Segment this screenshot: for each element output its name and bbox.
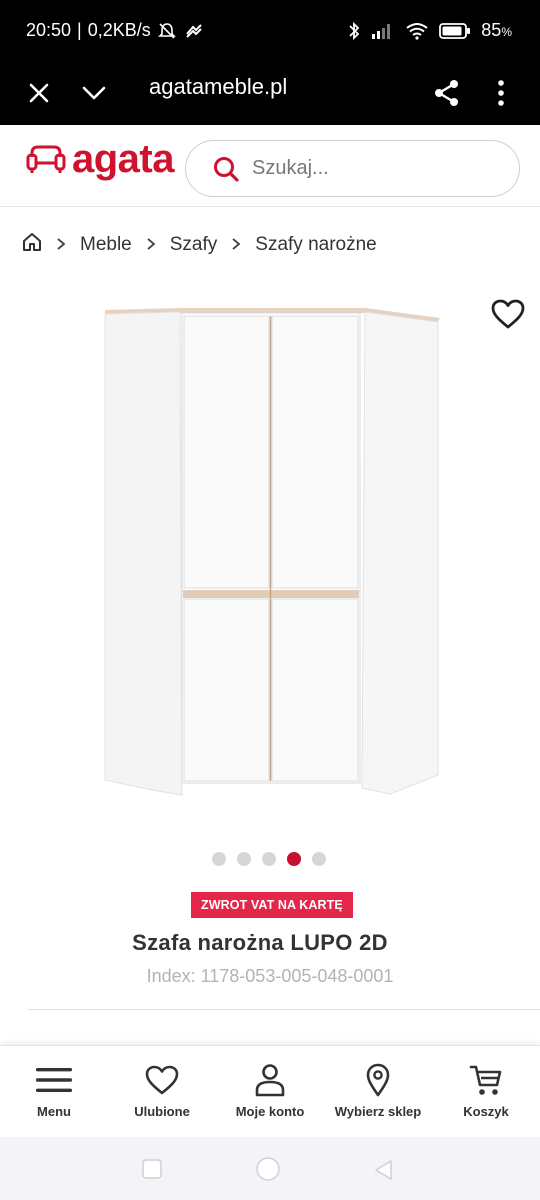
site-header: agata Szukaj... [0, 125, 540, 207]
nav-menu-label: Menu [37, 1104, 71, 1119]
breadcrumb: Meble Szafy Szafy narożne [22, 232, 377, 258]
status-time: 20:50 [26, 20, 72, 40]
add-to-favorites-button[interactable] [490, 298, 528, 334]
heart-icon [491, 299, 525, 329]
sofa-logo-icon [26, 145, 66, 173]
share-icon [435, 80, 458, 106]
data-saver-icon [183, 22, 205, 40]
square-icon [142, 1159, 162, 1179]
circle-icon [256, 1157, 280, 1181]
battery-level: 85% [481, 20, 512, 40]
wifi-icon [405, 22, 429, 40]
divider [28, 1009, 540, 1010]
bluetooth-icon [347, 21, 361, 41]
nav-cart-label: Koszyk [463, 1104, 509, 1119]
nav-account-label: Moje konto [235, 1104, 305, 1119]
breadcrumb-item-szafy-narozne[interactable]: Szafy narożne [255, 234, 376, 256]
search-placeholder: Szukaj... [252, 157, 329, 179]
status-left: 20:50 | 0,2KB/s [26, 20, 205, 41]
product-image[interactable] [100, 300, 445, 800]
carousel-dot[interactable] [262, 852, 276, 866]
breadcrumb-home[interactable] [22, 232, 42, 258]
breadcrumb-item-szafy[interactable]: Szafy [170, 234, 218, 256]
back-triangle-icon [375, 1160, 392, 1180]
menu-icon [36, 1068, 72, 1092]
close-icon [29, 83, 49, 103]
cart-icon [469, 1065, 502, 1095]
chevron-right-icon [56, 235, 66, 256]
home-button[interactable] [255, 1156, 281, 1187]
status-separator: | [77, 20, 82, 40]
home-icon [23, 233, 41, 251]
close-tab-button[interactable] [16, 70, 62, 116]
minimize-button[interactable] [71, 70, 117, 116]
bottom-navigation: Menu Ulubione Moje konto Wybierz sklep K… [0, 1045, 540, 1137]
logo-text: agata [72, 137, 175, 181]
agata-logo[interactable]: agata [26, 137, 175, 181]
more-vertical-icon [498, 80, 504, 106]
chevron-down-icon [82, 86, 106, 100]
nav-cart[interactable]: Koszyk [432, 1046, 540, 1137]
search-bar[interactable]: Szukaj... [185, 140, 520, 197]
chevron-right-icon [231, 235, 241, 256]
carousel-dot[interactable] [312, 852, 326, 866]
recents-button[interactable] [142, 1159, 162, 1184]
nav-menu[interactable]: Menu [0, 1046, 108, 1137]
carousel-dot[interactable] [212, 852, 226, 866]
browser-toolbar: agatameble.pl [0, 62, 540, 125]
user-icon [255, 1064, 285, 1097]
product-index: Index: 1178-053-005-048-0001 [146, 966, 394, 986]
nav-store[interactable]: Wybierz sklep [324, 1046, 432, 1137]
share-button[interactable] [424, 70, 470, 116]
more-options-button[interactable] [478, 70, 524, 116]
heart-icon [145, 1065, 179, 1095]
location-pin-icon [366, 1063, 390, 1097]
back-button[interactable] [373, 1159, 393, 1186]
status-right: 85% [347, 20, 512, 41]
url-text[interactable]: agatameble.pl [149, 74, 287, 100]
status-network-speed: 0,2KB/s [87, 20, 151, 40]
mute-icon [157, 21, 177, 41]
nav-favorites[interactable]: Ulubione [108, 1046, 216, 1137]
breadcrumb-item-meble[interactable]: Meble [80, 234, 132, 256]
product-title: Szafa narożna LUPO 2D [132, 930, 388, 955]
carousel-dot-active[interactable] [287, 852, 301, 866]
signal-icon [371, 22, 395, 40]
search-icon [214, 156, 239, 182]
vat-refund-badge: ZWROT VAT NA KARTĘ [191, 892, 353, 918]
battery-icon [439, 22, 471, 40]
system-navigation-bar [0, 1137, 540, 1200]
chevron-right-icon [146, 235, 156, 256]
nav-account[interactable]: Moje konto [216, 1046, 324, 1137]
nav-store-label: Wybierz sklep [334, 1104, 422, 1119]
nav-favorites-label: Ulubione [134, 1104, 190, 1119]
status-bar: 20:50 | 0,2KB/s 85% [0, 0, 540, 62]
carousel-dot[interactable] [237, 852, 251, 866]
carousel-indicator [212, 852, 326, 866]
